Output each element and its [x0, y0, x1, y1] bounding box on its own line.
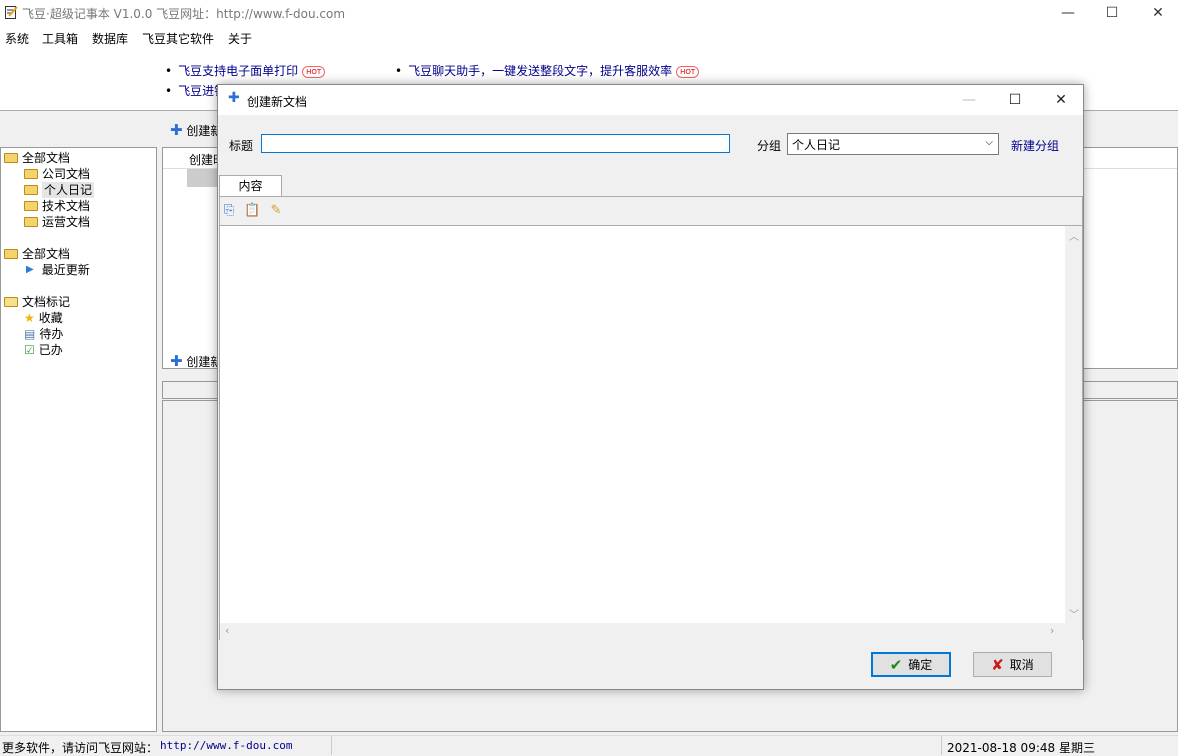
scroll-left-icon[interactable]: ‹	[225, 624, 229, 637]
chevron-down-icon: ⌵	[985, 137, 993, 148]
ad-text-2[interactable]: 飞豆聊天助手，一键发送整段文字，提升客服效率	[408, 64, 672, 78]
create-new-bottom-button[interactable]: ✚ 创建新	[170, 352, 222, 370]
group-select-value: 个人日记	[792, 138, 841, 152]
hot-badge: HOT	[302, 65, 326, 78]
dialog-maximize-button[interactable]: ☐	[992, 85, 1038, 115]
folder-icon	[4, 249, 18, 259]
menu-database[interactable]: 数据库	[92, 30, 128, 47]
category-tree: 全部文档 公司文档 个人日记 技术文档 运营文档 全部文档 ▶ 最近更新 文档标记…	[0, 147, 157, 732]
tree-item-done[interactable]: ☑ 已办	[4, 342, 94, 358]
tree-item-tech[interactable]: 技术文档	[4, 198, 94, 214]
status-bar: 更多软件，请访问飞豆网站： http://www.f-dou.com 2021-…	[0, 735, 1178, 755]
ad-link-2[interactable]: • 飞豆聊天助手，一键发送整段文字，提升客服效率 HOT	[395, 62, 700, 79]
copy-icon[interactable]: ⎘	[224, 203, 234, 218]
plus-icon: ✚	[228, 90, 240, 106]
edit-pencil-icon[interactable]: ✎	[271, 203, 282, 218]
plus-icon: ✚	[170, 352, 183, 370]
folder-icon	[24, 217, 38, 227]
vertical-scrollbar[interactable]: ︿ ﹀	[1065, 226, 1082, 623]
check-icon: ✔	[889, 655, 903, 674]
tree-group-all-docs[interactable]: 全部文档	[4, 150, 94, 166]
dialog-title: 创建新文档	[247, 95, 308, 109]
todo-list-icon: ▤	[24, 327, 36, 341]
title-bar: 飞豆·超级记事本 V1.0.0 飞豆网址：http://www.f-dou.co…	[0, 0, 1178, 26]
ok-button[interactable]: ✔ 确定	[871, 652, 951, 677]
scroll-down-icon[interactable]: ﹀	[1069, 606, 1079, 621]
title-input[interactable]	[261, 134, 730, 153]
status-divider	[331, 736, 332, 755]
tab-content[interactable]: 内容	[219, 175, 282, 197]
folder-icon	[24, 169, 38, 179]
dialog-minimize-button: —	[962, 92, 976, 108]
tree-item-favorites[interactable]: ★ 收藏	[4, 310, 94, 326]
group-label: 分组	[757, 139, 782, 153]
menu-system[interactable]: 系统	[5, 30, 29, 47]
cancel-button[interactable]: ✘ 取消	[973, 652, 1052, 677]
minimize-button[interactable]: —	[1045, 0, 1091, 26]
dialog-close-button[interactable]: ✕	[1038, 85, 1084, 115]
ad-link-1[interactable]: • 飞豆支持电子面单打印 HOT	[165, 62, 326, 79]
editor-toolbar: ⎘ 📋 ✎	[224, 203, 282, 218]
menu-about[interactable]: 关于	[228, 30, 252, 47]
ad-text-1[interactable]: 飞豆支持电子面单打印	[178, 64, 298, 78]
tree-item-todo[interactable]: ▤ 待办	[4, 326, 94, 342]
create-new-top-button[interactable]: ✚ 创建新	[170, 121, 222, 139]
tree-item-diary[interactable]: 个人日记	[4, 182, 95, 198]
play-arrow-icon: ▶	[26, 264, 34, 275]
horizontal-scrollbar[interactable]: ‹ ›	[220, 623, 1082, 640]
scroll-right-icon[interactable]: ›	[1050, 624, 1054, 637]
scroll-up-icon[interactable]: ︿	[1069, 228, 1079, 243]
notepad-app-icon	[5, 6, 18, 19]
status-label: 更多软件，请访问飞豆网站：	[2, 741, 159, 755]
tree-item-company[interactable]: 公司文档	[4, 166, 94, 182]
menu-bar: 系统 工具箱 数据库 飞豆其它软件 关于	[0, 26, 1178, 48]
star-icon: ★	[24, 311, 35, 325]
folder-icon	[24, 185, 38, 195]
folder-icon	[24, 201, 38, 211]
content-editor[interactable]: ︿ ﹀ ‹ ›	[220, 225, 1082, 640]
create-document-dialog: ✚ 创建新文档 — ☐ ✕ 标题 分组 个人日记 ⌵ 新建分组 内容 ⎘ 📋 ✎…	[217, 84, 1084, 690]
paste-icon[interactable]: 📋	[244, 203, 260, 218]
maximize-button[interactable]: ☐	[1089, 0, 1135, 26]
tree-group-all-docs-2[interactable]: 全部文档	[4, 246, 94, 262]
folder-icon	[4, 153, 18, 163]
tree-item-recent[interactable]: ▶ 最近更新	[4, 262, 94, 278]
tree-item-ops[interactable]: 运营文档	[4, 214, 94, 230]
tree-group-marks[interactable]: 文档标记	[4, 294, 94, 310]
cancel-x-icon: ✘	[991, 655, 1004, 674]
menu-other-software[interactable]: 飞豆其它软件	[142, 30, 214, 47]
done-check-icon: ☑	[24, 343, 35, 357]
window-title: 飞豆·超级记事本 V1.0.0 飞豆网址：http://www.f-dou.co…	[22, 7, 346, 21]
title-label: 标题	[229, 139, 254, 153]
dialog-title-bar: ✚ 创建新文档 — ☐ ✕	[218, 85, 1083, 115]
close-button[interactable]: ✕	[1135, 0, 1178, 26]
status-divider	[941, 736, 942, 755]
status-datetime: 2021-08-18 09:48 星期三	[947, 741, 1095, 755]
new-group-link[interactable]: 新建分组	[1011, 137, 1059, 154]
group-select[interactable]: 个人日记 ⌵	[787, 133, 999, 155]
star-folder-icon	[4, 297, 18, 307]
plus-icon: ✚	[170, 121, 183, 139]
hot-badge: HOT	[676, 65, 700, 78]
menu-toolbox[interactable]: 工具箱	[42, 30, 78, 47]
status-website-link[interactable]: http://www.f-dou.com	[160, 739, 292, 752]
